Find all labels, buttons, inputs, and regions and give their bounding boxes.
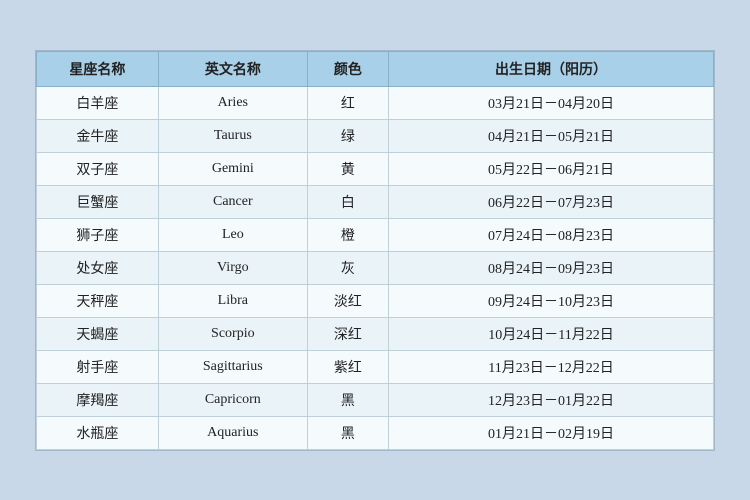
table-row: 白羊座Aries红03月21日－04月20日 (37, 86, 714, 119)
cell-date: 12月23日－01月22日 (389, 383, 714, 416)
cell-color: 灰 (307, 251, 388, 284)
cell-en: Aries (158, 86, 307, 119)
table-row: 摩羯座Capricorn黑12月23日－01月22日 (37, 383, 714, 416)
header-color: 颜色 (307, 51, 388, 86)
cell-zh: 天秤座 (37, 284, 159, 317)
cell-en: Taurus (158, 119, 307, 152)
cell-color: 黄 (307, 152, 388, 185)
cell-en: Scorpio (158, 317, 307, 350)
cell-date: 10月24日－11月22日 (389, 317, 714, 350)
cell-zh: 金牛座 (37, 119, 159, 152)
table-row: 金牛座Taurus绿04月21日－05月21日 (37, 119, 714, 152)
table-row: 处女座Virgo灰08月24日－09月23日 (37, 251, 714, 284)
cell-color: 深红 (307, 317, 388, 350)
cell-date: 01月21日－02月19日 (389, 416, 714, 449)
cell-en: Cancer (158, 185, 307, 218)
cell-zh: 天蝎座 (37, 317, 159, 350)
cell-date: 06月22日－07月23日 (389, 185, 714, 218)
cell-en: Libra (158, 284, 307, 317)
cell-zh: 射手座 (37, 350, 159, 383)
table-body: 白羊座Aries红03月21日－04月20日金牛座Taurus绿04月21日－0… (37, 86, 714, 449)
cell-en: Gemini (158, 152, 307, 185)
header-zh: 星座名称 (37, 51, 159, 86)
cell-en: Aquarius (158, 416, 307, 449)
table-row: 狮子座Leo橙07月24日－08月23日 (37, 218, 714, 251)
cell-zh: 巨蟹座 (37, 185, 159, 218)
cell-zh: 水瓶座 (37, 416, 159, 449)
cell-date: 07月24日－08月23日 (389, 218, 714, 251)
zodiac-table-container: 星座名称 英文名称 颜色 出生日期（阳历） 白羊座Aries红03月21日－04… (35, 50, 715, 451)
table-row: 天蝎座Scorpio深红10月24日－11月22日 (37, 317, 714, 350)
cell-en: Capricorn (158, 383, 307, 416)
cell-date: 09月24日－10月23日 (389, 284, 714, 317)
cell-date: 04月21日－05月21日 (389, 119, 714, 152)
table-row: 射手座Sagittarius紫红11月23日－12月22日 (37, 350, 714, 383)
cell-zh: 狮子座 (37, 218, 159, 251)
cell-date: 08月24日－09月23日 (389, 251, 714, 284)
cell-zh: 处女座 (37, 251, 159, 284)
cell-color: 紫红 (307, 350, 388, 383)
zodiac-table: 星座名称 英文名称 颜色 出生日期（阳历） 白羊座Aries红03月21日－04… (36, 51, 714, 450)
cell-color: 黑 (307, 416, 388, 449)
cell-zh: 摩羯座 (37, 383, 159, 416)
cell-en: Sagittarius (158, 350, 307, 383)
header-date: 出生日期（阳历） (389, 51, 714, 86)
cell-zh: 双子座 (37, 152, 159, 185)
table-row: 双子座Gemini黄05月22日－06月21日 (37, 152, 714, 185)
cell-color: 橙 (307, 218, 388, 251)
header-en: 英文名称 (158, 51, 307, 86)
cell-color: 黑 (307, 383, 388, 416)
cell-zh: 白羊座 (37, 86, 159, 119)
cell-en: Leo (158, 218, 307, 251)
cell-color: 白 (307, 185, 388, 218)
cell-date: 03月21日－04月20日 (389, 86, 714, 119)
cell-date: 05月22日－06月21日 (389, 152, 714, 185)
cell-en: Virgo (158, 251, 307, 284)
table-header-row: 星座名称 英文名称 颜色 出生日期（阳历） (37, 51, 714, 86)
cell-color: 淡红 (307, 284, 388, 317)
table-row: 天秤座Libra淡红09月24日－10月23日 (37, 284, 714, 317)
table-row: 水瓶座Aquarius黑01月21日－02月19日 (37, 416, 714, 449)
cell-color: 红 (307, 86, 388, 119)
table-row: 巨蟹座Cancer白06月22日－07月23日 (37, 185, 714, 218)
cell-color: 绿 (307, 119, 388, 152)
cell-date: 11月23日－12月22日 (389, 350, 714, 383)
